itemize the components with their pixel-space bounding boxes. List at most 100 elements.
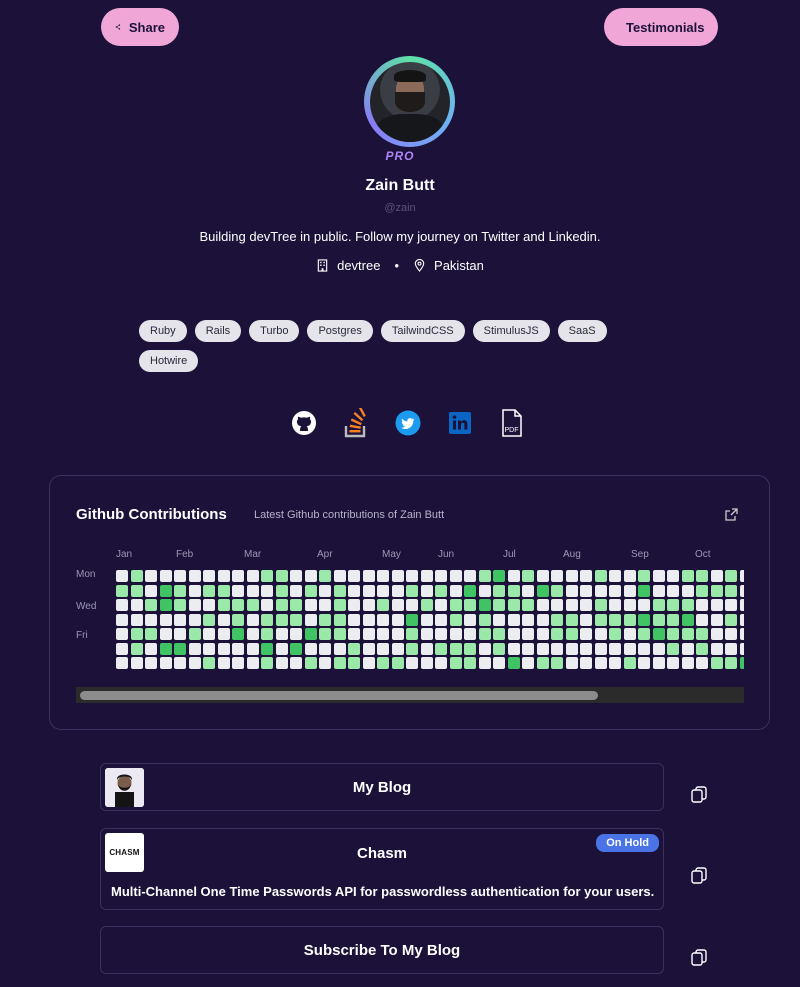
contribution-cell <box>435 599 447 611</box>
link-title: Subscribe To My Blog <box>303 942 461 959</box>
contribution-cell <box>565 584 578 597</box>
contribution-cell <box>333 642 346 655</box>
contribution-cell <box>333 570 346 582</box>
month-label: Apr <box>317 549 333 560</box>
contribution-cell <box>304 628 317 640</box>
contribution-cell <box>565 599 578 611</box>
contribution-cell <box>522 599 534 611</box>
contribution-cell <box>696 628 708 640</box>
contribution-cell <box>464 570 476 582</box>
month-label: Jun <box>438 549 455 560</box>
contribution-cell <box>145 657 157 669</box>
contribution-cell <box>333 584 346 597</box>
contribution-cell <box>377 613 389 626</box>
horizontal-scrollbar[interactable] <box>76 687 744 703</box>
scrollbar-thumb[interactable] <box>80 691 598 700</box>
contribution-cell <box>130 613 143 626</box>
contribution-cell <box>638 628 650 640</box>
contribution-cell <box>710 570 723 582</box>
external-link-icon[interactable] <box>724 507 739 522</box>
tag-ruby[interactable]: Ruby <box>139 320 187 342</box>
contribution-cell <box>739 584 744 597</box>
link-subscribe[interactable]: Subscribe To My Blog <box>100 926 664 974</box>
contribution-cell <box>551 657 563 669</box>
contribution-grid <box>116 570 744 670</box>
contribution-cell <box>696 642 708 655</box>
contribution-cell <box>623 628 636 640</box>
contribution-cell <box>203 599 215 611</box>
contribution-cell <box>536 570 549 582</box>
link-title: Chasm <box>356 845 408 862</box>
contribution-cell <box>507 657 520 669</box>
github-icon[interactable] <box>291 408 317 438</box>
contribution-cell <box>522 584 534 597</box>
twitter-icon[interactable] <box>395 408 421 438</box>
contribution-cell <box>435 642 447 655</box>
stackoverflow-icon[interactable] <box>343 408 369 438</box>
contribution-cell <box>275 584 288 597</box>
contribution-cell <box>710 599 723 611</box>
contribution-cell <box>116 657 128 669</box>
copy-icon[interactable] <box>689 866 709 886</box>
day-label: Fri <box>76 630 88 641</box>
contribution-cell <box>319 613 331 626</box>
testimonials-label: Testimonials <box>626 19 705 35</box>
contribution-cell <box>710 584 723 597</box>
contribution-cell <box>565 570 578 582</box>
month-label: Sep <box>631 549 649 560</box>
contribution-cell <box>130 599 143 611</box>
link-description: Multi-Channel One Time Passwords API for… <box>111 884 655 899</box>
testimonials-button[interactable]: Testimonials <box>604 8 718 46</box>
tag-tailwindcss[interactable]: TailwindCSS <box>380 320 465 342</box>
tag-rails[interactable]: Rails <box>194 320 242 342</box>
avatar <box>364 56 455 147</box>
contribution-cell <box>203 613 215 626</box>
tag-postgres[interactable]: Postgres <box>307 320 373 342</box>
contribution-cell <box>536 599 549 611</box>
contribution-cell <box>304 570 317 582</box>
contribution-cell <box>246 599 259 611</box>
contribution-cell <box>725 628 737 640</box>
tag-saas[interactable]: SaaS <box>557 320 607 342</box>
contribution-cell <box>638 584 650 597</box>
contribution-cell <box>203 570 215 582</box>
contribution-cell <box>478 657 491 669</box>
copy-icon[interactable] <box>689 785 709 805</box>
contribution-cell <box>319 628 331 640</box>
contribution-cell <box>449 584 462 597</box>
copy-icon[interactable] <box>689 948 709 968</box>
linkedin-icon[interactable] <box>447 408 473 438</box>
month-labels: Jan Feb Mar Apr May Jun Jul Aug Sep Oct <box>116 549 746 563</box>
tag-turbo[interactable]: Turbo <box>249 320 300 342</box>
contribution-cell <box>493 570 505 582</box>
contribution-cell <box>246 584 259 597</box>
contribution-cell <box>580 570 592 582</box>
contribution-cell <box>261 570 273 582</box>
link-chasm[interactable]: CHASM Chasm On Hold Multi-Channel One Ti… <box>100 828 664 910</box>
contribution-cell <box>464 584 476 597</box>
tag-stimulusjs[interactable]: StimulusJS <box>472 320 550 342</box>
contribution-cell <box>594 584 607 597</box>
contribution-cell <box>304 613 317 626</box>
contribution-cell <box>623 642 636 655</box>
contribution-cell <box>159 599 172 611</box>
pdf-icon[interactable]: PDF <box>499 408 525 438</box>
tag-hotwire[interactable]: Hotwire <box>139 350 199 372</box>
contribution-cell <box>130 628 143 640</box>
contribution-cell <box>246 642 259 655</box>
contribution-cell <box>580 584 592 597</box>
contribution-cell <box>203 628 215 640</box>
contribution-cell <box>681 628 694 640</box>
contribution-cell <box>217 642 230 655</box>
contribution-cell <box>449 599 462 611</box>
contribution-cell <box>261 657 273 669</box>
contribution-cell <box>304 584 317 597</box>
share-button[interactable]: Share <box>101 8 179 46</box>
contribution-cell <box>667 628 679 640</box>
link-my-blog[interactable]: My Blog <box>100 763 664 811</box>
contribution-cell <box>478 599 491 611</box>
contribution-cell <box>551 642 563 655</box>
contribution-cell <box>217 657 230 669</box>
contribution-cell <box>362 613 375 626</box>
contribution-cell <box>362 628 375 640</box>
